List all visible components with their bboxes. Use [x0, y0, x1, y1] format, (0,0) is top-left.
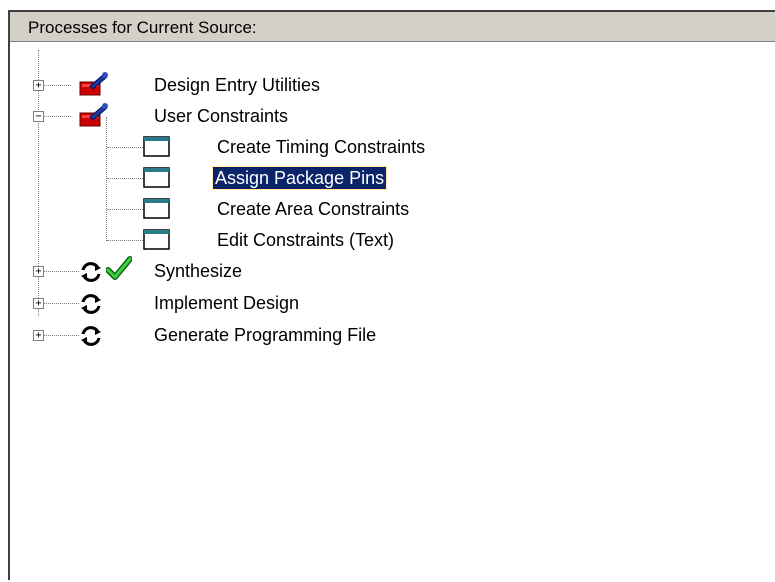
tree-item-label: Create Area Constraints [217, 199, 410, 219]
tree-item-label: Synthesize [154, 261, 243, 281]
tree-item-label: Create Timing Constraints [217, 137, 426, 157]
tree-item-label: Assign Package Pins [211, 166, 388, 190]
expand-toggle[interactable]: + [33, 298, 44, 309]
expand-toggle[interactable]: + [33, 266, 44, 277]
tree-item-label: Edit Constraints (Text) [217, 230, 395, 250]
collapse-toggle[interactable]: − [33, 111, 44, 122]
checkmark-icon [106, 256, 132, 280]
tree-item-label: Design Entry Utilities [154, 75, 321, 95]
window-icon [143, 229, 170, 250]
tree-item-label: Generate Programming File [154, 325, 377, 345]
window-icon [143, 167, 170, 188]
toolbox-icon [79, 103, 108, 127]
window-icon [143, 136, 170, 157]
process-tree: + Design Entry Utilities − User Constrai… [10, 42, 775, 582]
toolbox-icon [79, 72, 108, 96]
panel-header: Processes for Current Source: [10, 12, 775, 42]
refresh-icon [81, 294, 101, 314]
tree-child-line [106, 117, 107, 241]
expand-toggle[interactable]: + [33, 80, 44, 91]
tree-item-label: Implement Design [154, 293, 300, 313]
window-icon [143, 198, 170, 219]
refresh-icon [81, 326, 101, 346]
expand-toggle[interactable]: + [33, 330, 44, 341]
processes-panel: Processes for Current Source: + Design E… [8, 10, 775, 580]
tree-item-label: User Constraints [154, 106, 289, 126]
refresh-icon [81, 262, 101, 282]
panel-title: Processes for Current Source: [28, 18, 257, 37]
